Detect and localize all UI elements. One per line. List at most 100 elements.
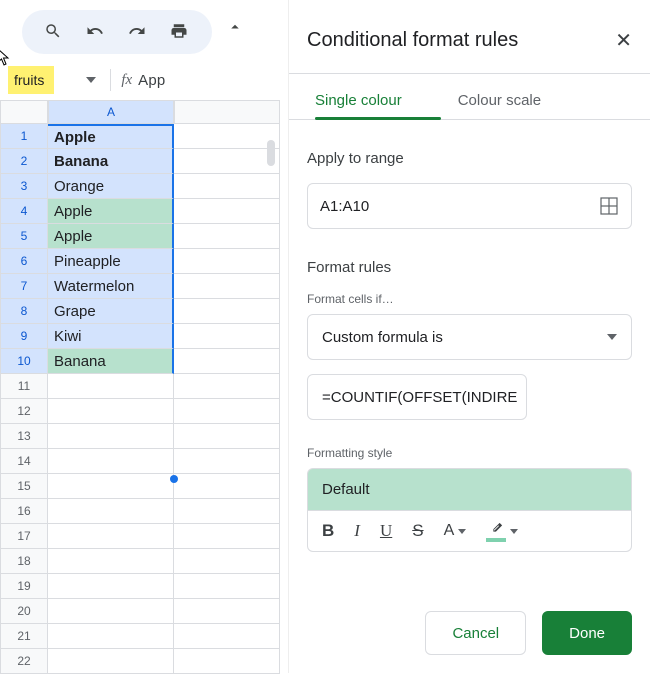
- row-header[interactable]: 4: [0, 199, 48, 224]
- cell[interactable]: [174, 349, 280, 374]
- row-header[interactable]: 9: [0, 324, 48, 349]
- cell[interactable]: [48, 474, 174, 499]
- custom-formula-value: =COUNTIF(OFFSET(INDIRE: [322, 389, 517, 406]
- cell[interactable]: [174, 124, 280, 149]
- cell[interactable]: [174, 649, 280, 674]
- cell[interactable]: [174, 624, 280, 649]
- cell[interactable]: [174, 249, 280, 274]
- cell[interactable]: [174, 549, 280, 574]
- cell[interactable]: [174, 324, 280, 349]
- row-header[interactable]: 1: [0, 124, 48, 149]
- close-icon[interactable]: ✕: [615, 28, 632, 53]
- select-all-corner[interactable]: [0, 100, 48, 124]
- cell[interactable]: [48, 399, 174, 424]
- row-header[interactable]: 21: [0, 624, 48, 649]
- row-header[interactable]: 13: [0, 424, 48, 449]
- cell[interactable]: Grape: [48, 299, 174, 324]
- row-header[interactable]: 5: [0, 224, 48, 249]
- condition-select[interactable]: Custom formula is: [307, 314, 632, 360]
- tab-colour-scale[interactable]: Colour scale: [458, 92, 541, 119]
- name-box[interactable]: fruits: [8, 66, 54, 94]
- cell[interactable]: [174, 449, 280, 474]
- cell[interactable]: Kiwi: [48, 324, 174, 349]
- underline-button[interactable]: U: [380, 521, 392, 541]
- print-icon[interactable]: [170, 22, 188, 43]
- fill-color-button[interactable]: [486, 521, 518, 542]
- cell[interactable]: [174, 199, 280, 224]
- cell[interactable]: [174, 424, 280, 449]
- cell[interactable]: [48, 499, 174, 524]
- cell[interactable]: [174, 599, 280, 624]
- cell[interactable]: [174, 174, 280, 199]
- formatting-style-preview[interactable]: Default: [307, 468, 632, 510]
- row-header[interactable]: 7: [0, 274, 48, 299]
- column-header-A[interactable]: A: [48, 100, 174, 124]
- cell[interactable]: [174, 499, 280, 524]
- row-header[interactable]: 22: [0, 649, 48, 674]
- cell[interactable]: [174, 149, 280, 174]
- redo-icon[interactable]: [128, 22, 146, 43]
- row-header[interactable]: 10: [0, 349, 48, 374]
- cell[interactable]: Watermelon: [48, 274, 174, 299]
- bold-button[interactable]: B: [322, 521, 334, 541]
- apply-to-range-field[interactable]: [307, 183, 632, 229]
- cell[interactable]: [174, 399, 280, 424]
- italic-button[interactable]: I: [354, 521, 360, 541]
- text-color-button[interactable]: A: [444, 522, 467, 540]
- row-header[interactable]: 17: [0, 524, 48, 549]
- cell[interactable]: Apple: [48, 199, 174, 224]
- name-box-dropdown-icon[interactable]: [86, 75, 96, 85]
- row-header[interactable]: 12: [0, 399, 48, 424]
- formula-bar[interactable]: App: [138, 72, 165, 89]
- cell[interactable]: Banana: [48, 149, 174, 174]
- cell[interactable]: [48, 599, 174, 624]
- active-tab-indicator: [315, 117, 441, 120]
- cell[interactable]: [174, 224, 280, 249]
- row-header[interactable]: 20: [0, 599, 48, 624]
- range-input[interactable]: [320, 198, 599, 215]
- tab-single-colour[interactable]: Single colour: [315, 92, 402, 119]
- cell[interactable]: [48, 624, 174, 649]
- cell[interactable]: [48, 649, 174, 674]
- cell[interactable]: Pineapple: [48, 249, 174, 274]
- search-icon[interactable]: [44, 22, 62, 43]
- cell[interactable]: Apple: [48, 124, 174, 149]
- table-row: 12: [0, 399, 280, 424]
- cell[interactable]: [174, 274, 280, 299]
- row-header[interactable]: 6: [0, 249, 48, 274]
- row-header[interactable]: 8: [0, 299, 48, 324]
- cell[interactable]: [48, 449, 174, 474]
- cell[interactable]: Apple: [48, 224, 174, 249]
- column-header-B[interactable]: [174, 100, 280, 124]
- row-header[interactable]: 15: [0, 474, 48, 499]
- strikethrough-button[interactable]: S: [412, 521, 423, 541]
- row-header[interactable]: 16: [0, 499, 48, 524]
- done-button[interactable]: Done: [542, 611, 632, 655]
- cancel-button[interactable]: Cancel: [425, 611, 526, 655]
- cell[interactable]: [174, 474, 280, 499]
- row-header[interactable]: 11: [0, 374, 48, 399]
- row-header[interactable]: 14: [0, 449, 48, 474]
- row-header[interactable]: 2: [0, 149, 48, 174]
- cell[interactable]: [174, 524, 280, 549]
- cell[interactable]: [48, 424, 174, 449]
- cell[interactable]: [174, 574, 280, 599]
- undo-icon[interactable]: [86, 22, 104, 43]
- chevron-up-icon[interactable]: [226, 18, 244, 39]
- cell[interactable]: [174, 374, 280, 399]
- cell[interactable]: Orange: [48, 174, 174, 199]
- cell[interactable]: Banana: [48, 349, 174, 374]
- cell[interactable]: [48, 524, 174, 549]
- selection-handle[interactable]: [170, 475, 178, 483]
- cell[interactable]: [174, 299, 280, 324]
- row-header[interactable]: 19: [0, 574, 48, 599]
- custom-formula-input[interactable]: =COUNTIF(OFFSET(INDIRE: [307, 374, 527, 420]
- cell[interactable]: [48, 549, 174, 574]
- cell[interactable]: [48, 374, 174, 399]
- cell[interactable]: [48, 574, 174, 599]
- scrollbar-thumb[interactable]: [267, 140, 275, 166]
- row-header[interactable]: 3: [0, 174, 48, 199]
- select-range-icon[interactable]: [599, 196, 619, 216]
- row-header[interactable]: 18: [0, 549, 48, 574]
- name-formula-row: fruits fx App: [0, 62, 280, 98]
